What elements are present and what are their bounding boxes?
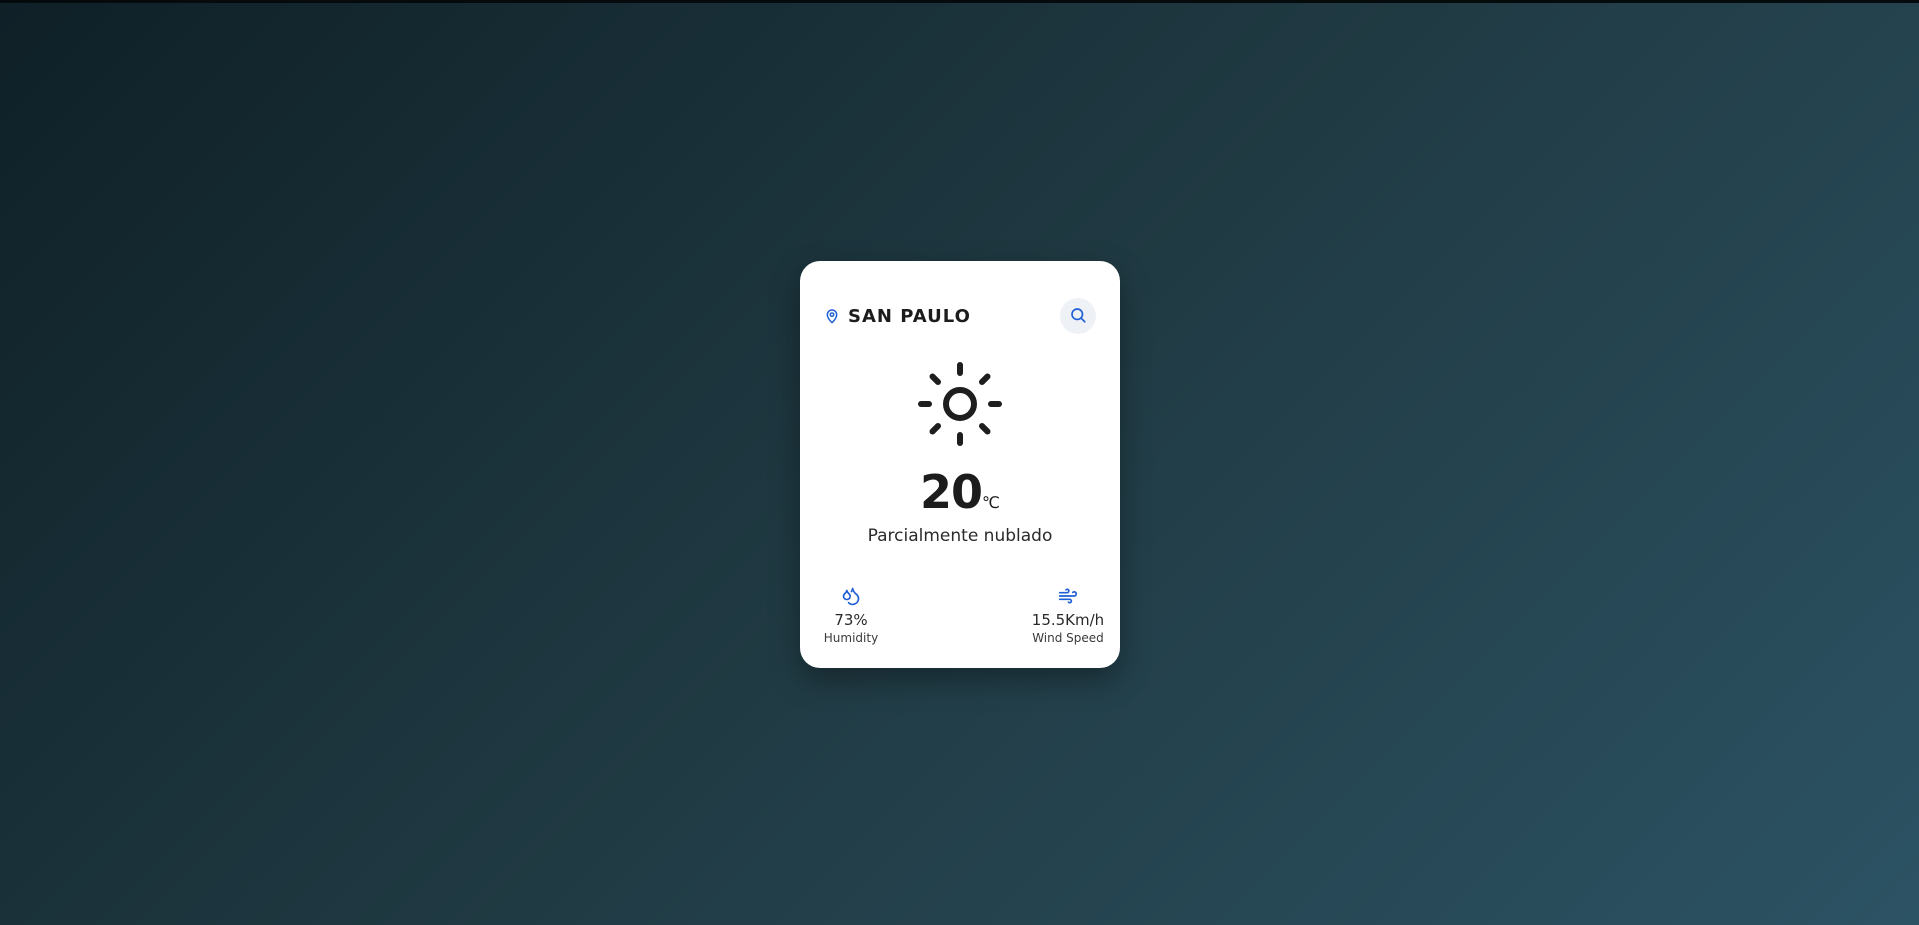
window-top-bar: [0, 0, 1919, 3]
wind-speed-value: 15.5Km/h: [1031, 611, 1105, 629]
weather-description: Parcialmente nublado: [867, 526, 1053, 546]
search-icon: [1069, 306, 1087, 327]
temperature-unit: ℃: [982, 493, 1000, 512]
search-button[interactable]: [1060, 298, 1096, 334]
wind-stat: 15.5Km/h Wind Speed: [1013, 586, 1123, 646]
temperature: 20℃: [800, 469, 1120, 515]
city-name: SAN PAULO: [848, 305, 971, 327]
wind-speed-label: Wind Speed: [1032, 631, 1104, 645]
droplets-icon: [796, 586, 906, 606]
wind-icon: [1013, 586, 1123, 606]
card-header: SAN PAULO: [824, 297, 1096, 335]
humidity-stat: 73% Humidity: [796, 586, 906, 646]
humidity-value: 73%: [834, 611, 868, 629]
temperature-value: 20: [920, 465, 983, 519]
humidity-label: Humidity: [823, 631, 879, 645]
map-pin-icon: [824, 307, 840, 325]
location: SAN PAULO: [824, 306, 971, 327]
weather-card: SAN PAULO 20℃ Parcialmente nublado 73% H…: [800, 261, 1120, 668]
sun-icon: [915, 359, 1005, 453]
